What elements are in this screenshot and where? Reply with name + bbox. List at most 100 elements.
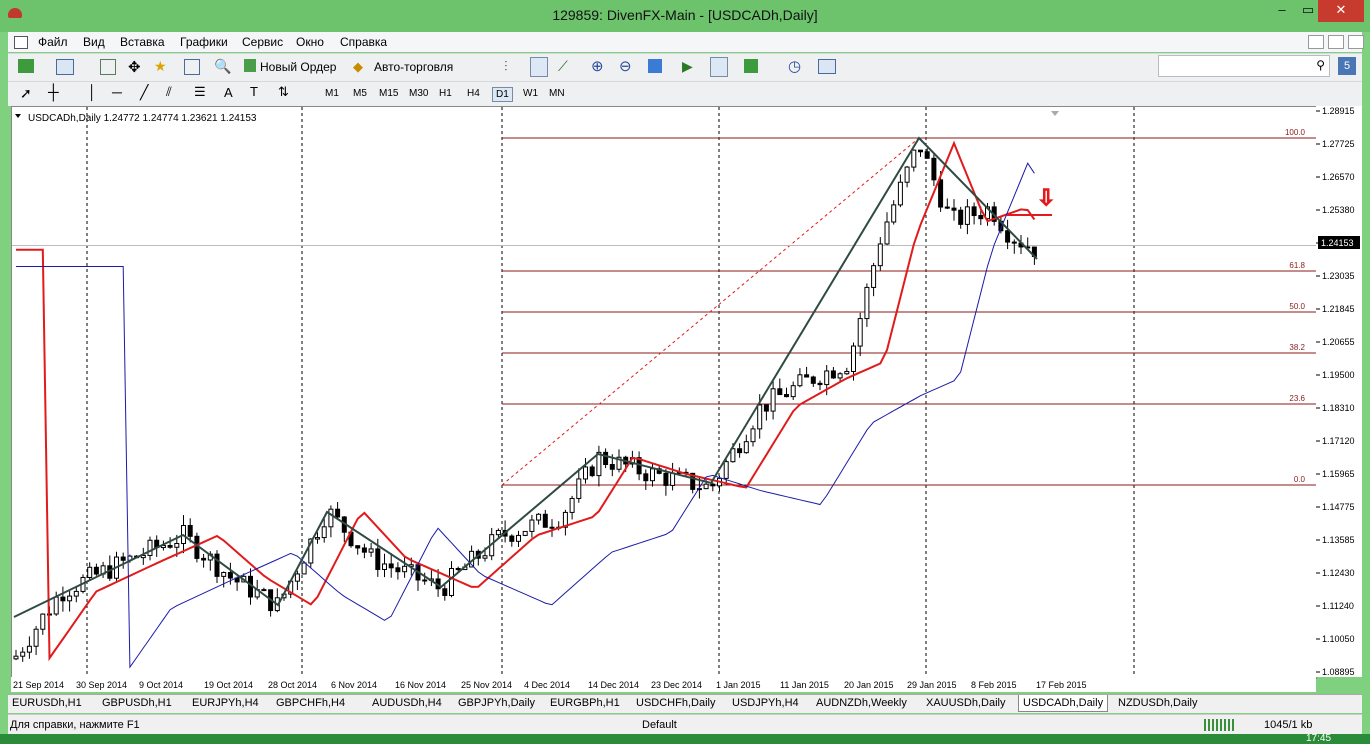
vertical-line-icon[interactable]: │ [88,84,97,100]
candle-body [737,448,743,454]
candle-body [455,567,461,571]
autoscroll-icon[interactable]: ▶ [682,58,693,75]
equidistant-channel-icon[interactable]: ⫽ [166,84,172,100]
strategy-tester-icon[interactable]: 🔍 [214,58,231,75]
new-chart-icon[interactable] [18,59,34,73]
chart-tab[interactable]: EURUSDh,H1 [8,697,86,709]
candle-chart-icon[interactable] [530,57,548,77]
search-input[interactable]: ⚲ [1158,55,1330,77]
child-restore-button[interactable] [1328,35,1344,49]
chart-tab[interactable]: EURGBPh,H1 [546,697,624,709]
text-icon[interactable]: A [224,85,233,100]
chart-tab[interactable]: EURJPYh,H4 [188,697,263,709]
chart-shift-icon[interactable] [710,57,728,77]
date-axis-label: 8 Feb 2015 [971,680,1017,690]
candle-body [663,472,669,486]
timeframe-m30[interactable]: M30 [406,87,431,100]
candle-body [877,243,883,267]
price-axis-label: 1.12430 [1322,568,1355,578]
timeframe-h1[interactable]: H1 [436,87,455,100]
candle-body [516,534,521,542]
candle-body [328,508,334,528]
templates-icon[interactable] [818,59,836,74]
text-label-icon[interactable]: T [250,84,258,99]
date-axis-label: 6 Nov 2014 [331,680,377,690]
chart-area[interactable]: USDCADh,Daily 1.24772 1.24774 1.23621 1.… [11,106,1317,679]
price-axis[interactable]: 1.289151.277251.265701.253801.241901.230… [1316,106,1362,677]
chart-tab[interactable]: NZDUSDh,Daily [1114,697,1201,709]
candle-body [20,651,26,657]
cursor-icon[interactable]: ➚ [20,85,32,102]
candle-body [750,428,756,443]
line-chart-icon[interactable]: ⟋ [558,58,568,75]
crosshair-icon[interactable]: ┼ [48,84,59,101]
menu-view[interactable]: Вид [83,35,105,49]
indicators-icon[interactable] [744,59,758,73]
candle-body [261,589,267,592]
fibonacci-icon[interactable]: ☰ [194,84,206,100]
chart-tab[interactable]: AUDNZDh,Weekly [812,697,911,709]
favorites-icon[interactable]: ★ [154,58,167,75]
candle-body [770,388,776,412]
menu-charts[interactable]: Графики [180,35,228,49]
menu-insert[interactable]: Вставка [120,35,165,49]
candle-body [147,539,153,556]
chart-tab[interactable]: USDCADh,Daily [1018,695,1109,712]
chart-tab[interactable]: USDCHFh,Daily [632,697,719,709]
close-button[interactable]: ✕ [1318,0,1364,22]
chart-tab[interactable]: GBPUSDh,H1 [98,697,176,709]
horizontal-line-icon[interactable]: ─ [112,84,122,100]
candle-body [790,385,796,398]
minimize-button[interactable]: – [1270,0,1294,22]
candle-body [382,563,387,570]
auto-trading-button[interactable]: Авто-торговля [374,60,453,74]
maximize-button[interactable]: ▭ [1296,0,1320,22]
timeframe-m1[interactable]: M1 [322,87,342,100]
timeframe-h4[interactable]: H4 [464,87,483,100]
chart-tab[interactable]: XAUUSDh,Daily [922,697,1009,709]
menu-tools[interactable]: Сервис [242,35,283,49]
menu-file[interactable]: Файл [38,35,68,49]
chart-tab[interactable]: GBPJPYh,Daily [454,697,539,709]
bar-chart-icon[interactable]: ⫶ [504,58,508,75]
timeframe-m15[interactable]: M15 [376,87,401,100]
arrows-icon[interactable]: ⇅ [278,84,289,100]
chart-tab[interactable]: AUDUSDh,H4 [368,697,446,709]
timeframe-d1[interactable]: D1 [492,87,513,102]
price-chart[interactable]: USDCADh,Daily 1.24772 1.24774 1.23621 1.… [12,107,1316,678]
candle-body [964,206,970,225]
menu-help[interactable]: Справка [340,35,387,49]
date-axis-label: 9 Oct 2014 [139,680,183,690]
notification-badge[interactable]: 5 [1338,57,1356,75]
navigator-icon[interactable]: ✥ [128,58,141,76]
price-axis-label: 1.20655 [1322,337,1355,347]
candle-body [784,394,789,398]
new-order-icon [244,59,256,72]
candle-body [918,149,923,153]
price-axis-label: 1.11240 [1322,601,1354,611]
price-axis-label: 1.13585 [1322,535,1355,545]
candle-body [368,548,374,553]
periods-icon[interactable]: ◷ [788,57,801,75]
tile-windows-icon[interactable] [648,59,662,73]
fibo-level-label: 100.0 [1285,128,1306,137]
timeframe-m5[interactable]: M5 [350,87,370,100]
chart-tab[interactable]: USDJPYh,H4 [728,697,803,709]
zoom-out-icon[interactable]: ⊖ [619,57,632,75]
chart-tab[interactable]: GBPCHFh,H4 [272,697,349,709]
zoom-in-icon[interactable]: ⊕ [591,57,604,75]
child-close-button[interactable] [1348,35,1364,49]
price-axis-label: 1.26570 [1322,172,1355,182]
new-order-button[interactable]: Новый Ордер [260,60,336,74]
timeframe-w1[interactable]: W1 [520,87,541,100]
date-axis-label: 30 Sep 2014 [76,680,127,690]
terminal-icon[interactable] [184,59,200,75]
profiles-icon[interactable] [56,59,74,75]
child-minimize-button[interactable] [1308,35,1324,49]
trendline-icon[interactable]: ╱ [140,84,148,101]
candle-body [422,579,428,582]
fibo-level-label: 0.0 [1294,475,1306,484]
menu-window[interactable]: Окно [296,35,324,49]
market-watch-icon[interactable] [100,59,116,75]
timeframe-mn[interactable]: MN [546,87,568,100]
